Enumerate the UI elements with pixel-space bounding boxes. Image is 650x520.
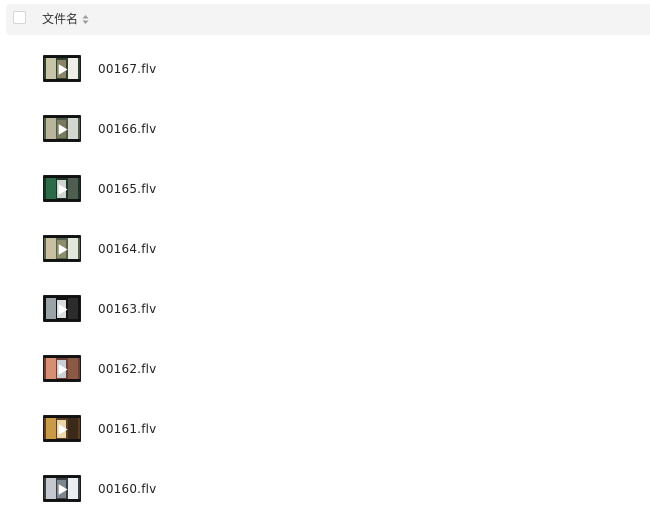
play-icon	[58, 304, 68, 315]
file-name[interactable]: 00164.flv	[98, 241, 156, 257]
play-icon	[58, 364, 68, 375]
file-row[interactable]: 00162.flv	[0, 340, 650, 396]
file-name[interactable]: 00163.flv	[98, 301, 156, 317]
video-thumbnail-icon[interactable]	[43, 415, 81, 442]
file-list-header: 文件名	[6, 4, 650, 35]
video-thumbnail-icon[interactable]	[43, 355, 81, 382]
file-name[interactable]: 00166.flv	[98, 121, 156, 137]
filename-column-label: 文件名	[42, 12, 79, 26]
video-thumbnail-icon[interactable]	[43, 175, 81, 202]
file-row[interactable]: 00167.flv	[0, 40, 650, 96]
play-icon	[58, 64, 68, 75]
file-row[interactable]: 00166.flv	[0, 100, 650, 156]
sort-by-name-button[interactable]: 文件名	[42, 11, 89, 27]
play-icon	[58, 124, 68, 135]
file-row[interactable]: 00164.flv	[0, 220, 650, 276]
video-thumbnail-icon[interactable]	[43, 295, 81, 322]
video-thumbnail-icon[interactable]	[43, 475, 81, 502]
video-thumbnail-icon[interactable]	[43, 55, 81, 82]
file-name[interactable]: 00160.flv	[98, 481, 156, 497]
play-icon	[58, 484, 68, 495]
video-thumbnail-icon[interactable]	[43, 235, 81, 262]
file-name[interactable]: 00162.flv	[98, 361, 156, 377]
play-icon	[58, 184, 68, 195]
file-row[interactable]: 00160.flv	[0, 460, 650, 516]
file-name[interactable]: 00161.flv	[98, 421, 156, 437]
file-row[interactable]: 00161.flv	[0, 400, 650, 456]
play-icon	[58, 424, 68, 435]
file-name[interactable]: 00165.flv	[98, 181, 156, 197]
file-row[interactable]: 00165.flv	[0, 160, 650, 216]
play-icon	[58, 244, 68, 255]
file-row[interactable]: 00163.flv	[0, 280, 650, 336]
file-list-page: 文件名 00167.flv 00166.flv 00165.flv 00164.flv…	[0, 0, 650, 520]
file-name[interactable]: 00167.flv	[98, 61, 156, 77]
select-all-checkbox[interactable]	[13, 11, 26, 24]
video-thumbnail-icon[interactable]	[43, 115, 81, 142]
sort-icon	[82, 14, 89, 24]
